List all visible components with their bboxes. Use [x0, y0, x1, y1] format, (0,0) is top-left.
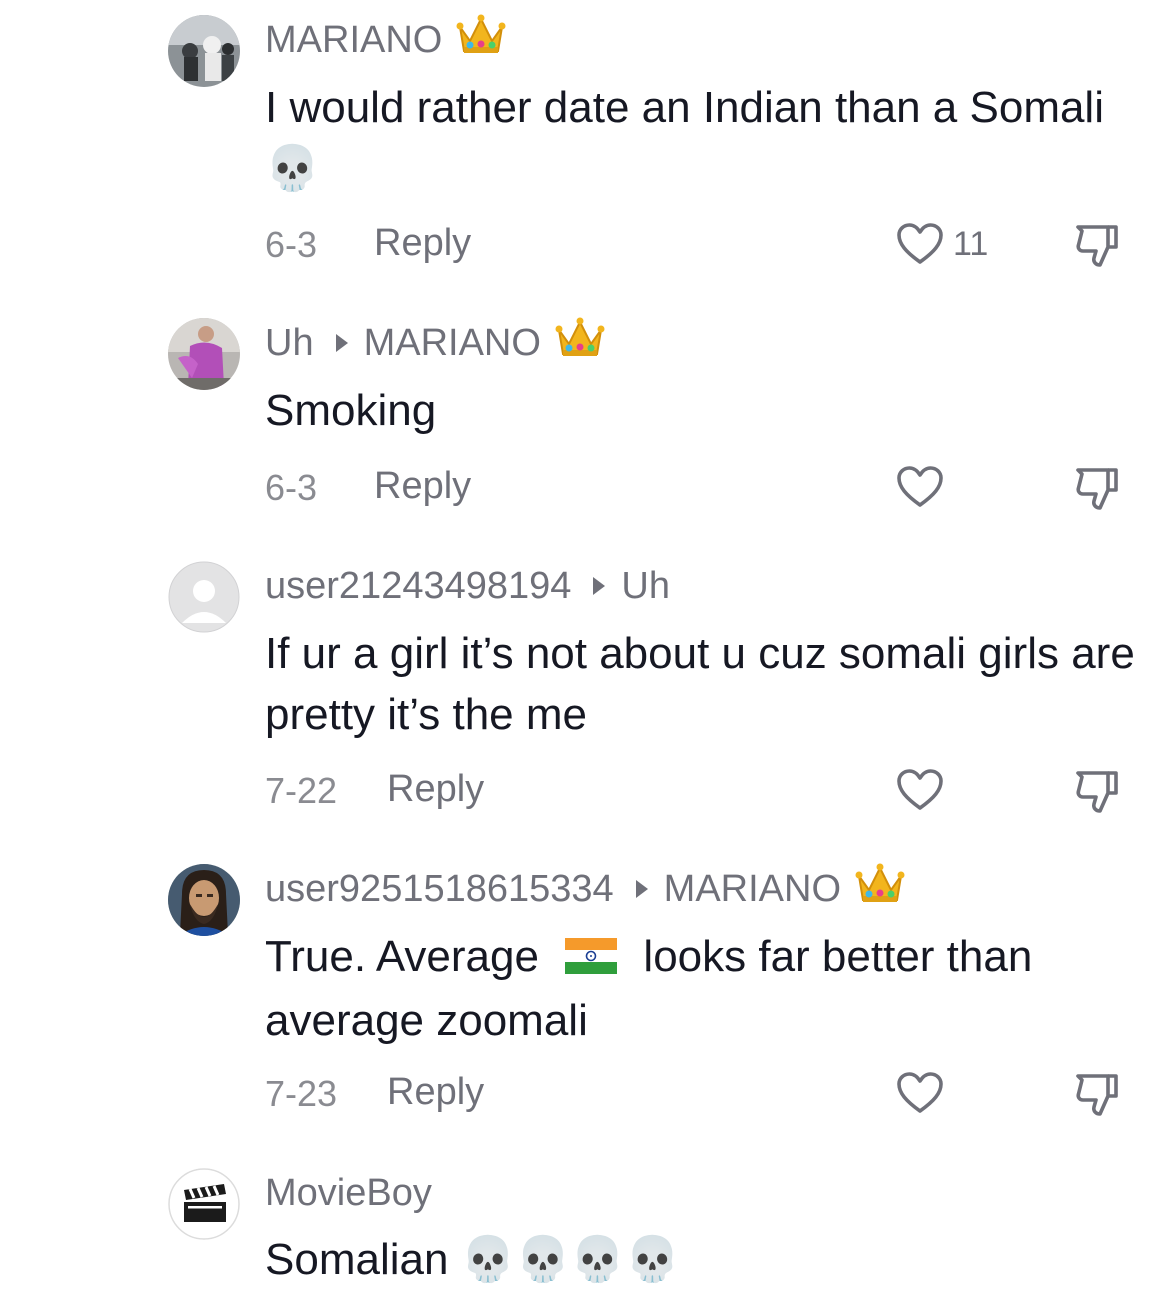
avatar[interactable] [168, 864, 240, 936]
comment-header: MovieBoy [265, 1170, 432, 1216]
heart-outline-icon [897, 1072, 943, 1113]
comment-text: True. Average looks far better than aver… [265, 926, 1145, 1051]
comment-header: MARIANO [265, 14, 506, 63]
username[interactable]: user21243498194 [265, 565, 571, 608]
username[interactable]: user9251518615334 [265, 868, 614, 911]
like-count: 11 [953, 225, 989, 263]
comment-date: 7-23 [265, 1073, 338, 1114]
like-button[interactable] [896, 768, 944, 812]
comment-header: Uh MARIANO [265, 317, 605, 366]
reply-button[interactable]: Reply [387, 768, 484, 811]
avatar[interactable] [168, 15, 240, 87]
dislike-button[interactable] [1074, 221, 1120, 267]
dislike-button[interactable] [1074, 1070, 1120, 1116]
avatar[interactable] [168, 318, 240, 390]
thumbs-down-icon [1076, 468, 1118, 510]
comment-date: 6-3 [265, 467, 318, 508]
reply-arrow-icon [593, 577, 606, 595]
reply-to-username[interactable]: Uh [621, 565, 670, 608]
thumbs-down-icon [1076, 225, 1118, 267]
dislike-button[interactable] [1074, 464, 1120, 510]
heart-outline-icon [897, 466, 943, 507]
comment-date: 6-3 [265, 224, 318, 265]
reply-to-username[interactable]: MARIANO [664, 868, 841, 911]
heart-outline-icon [897, 769, 943, 810]
thumbs-down-icon [1076, 771, 1118, 813]
username[interactable]: MARIANO [265, 19, 442, 62]
heart-outline-icon [897, 223, 943, 264]
comment-text: If ur a girl it’s not about u cuz somali… [265, 629, 1135, 739]
username[interactable]: Uh [265, 322, 314, 365]
reply-button[interactable]: Reply [374, 465, 471, 508]
dislike-button[interactable] [1074, 767, 1120, 813]
comment-header: user9251518615334 MARIANO [265, 863, 905, 912]
like-button[interactable] [896, 465, 944, 509]
avatar[interactable] [168, 1168, 240, 1240]
reply-arrow-icon [335, 334, 348, 352]
comment-text: Smoking [265, 386, 437, 435]
crown-emoji [555, 316, 605, 370]
comment-date: 7-22 [265, 770, 338, 811]
reply-arrow-icon [635, 880, 648, 898]
crown-emoji [456, 13, 506, 67]
crown-emoji [855, 862, 905, 916]
reply-button[interactable]: Reply [387, 1071, 484, 1114]
reply-to-username[interactable]: MARIANO [364, 322, 541, 365]
username[interactable]: MovieBoy [265, 1172, 432, 1215]
thumbs-down-icon [1076, 1074, 1118, 1116]
comment-header: user21243498194 Uh [265, 563, 670, 609]
avatar[interactable] [168, 561, 240, 633]
comment-text: Somalian 💀💀💀💀 [265, 1235, 680, 1284]
like-button[interactable] [896, 1071, 944, 1115]
reply-button[interactable]: Reply [374, 222, 471, 265]
india-flag-emoji [565, 929, 618, 990]
like-button[interactable] [896, 222, 944, 266]
comment-text: I would rather date an Indian than a Som… [265, 83, 1104, 193]
